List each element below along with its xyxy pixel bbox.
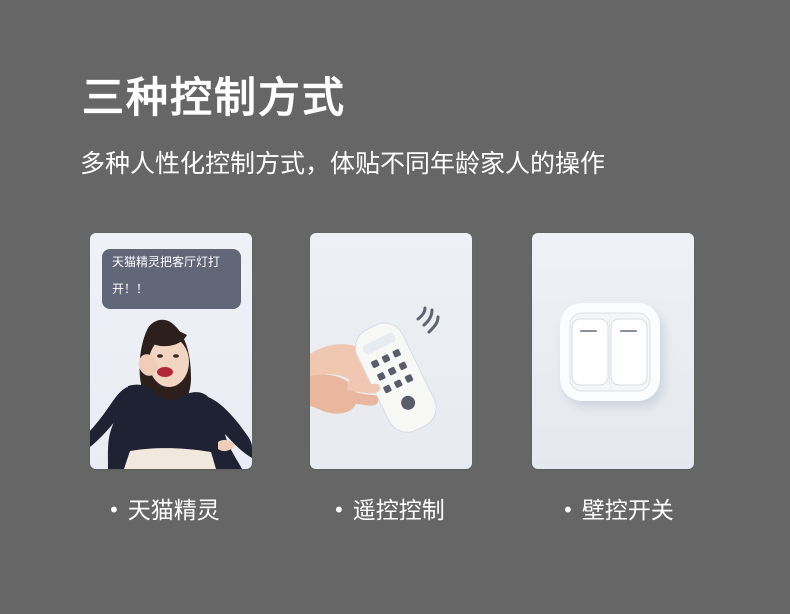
card-wall-switch (532, 233, 694, 469)
remote-control-illustration (310, 306, 440, 433)
page-subtitle: 多种人性化控制方式，体贴不同年龄家人的操作 (80, 149, 606, 178)
card-voice-assistant: 天猫精灵把客厅灯打开！！ (90, 233, 252, 469)
bullet-icon: • (562, 498, 574, 522)
caption-tmall-genie: • 天猫精灵 (108, 494, 220, 528)
wall-switch-illustration (560, 303, 660, 401)
woman-speaking-illustration (90, 319, 252, 469)
caption-label: 遥控控制 (352, 498, 445, 524)
bullet-icon: • (108, 498, 120, 522)
page-title: 三种控制方式 (82, 73, 347, 122)
caption-label: 壁控开关 (581, 498, 674, 524)
page: 三种控制方式 多种人性化控制方式，体贴不同年龄家人的操作 天猫精灵把客厅灯打开！… (0, 0, 790, 614)
caption-label: 天猫精灵 (127, 498, 220, 524)
caption-remote-control: • 遥控控制 (333, 494, 445, 528)
bullet-icon: • (333, 498, 345, 522)
caption-wall-switch: • 壁控开关 (562, 494, 674, 528)
card-remote-control (310, 233, 472, 469)
